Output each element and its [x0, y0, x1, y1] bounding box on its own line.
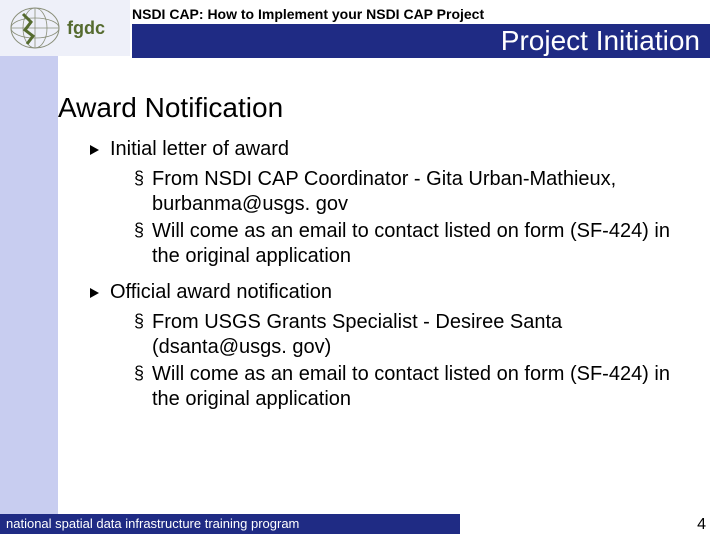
footer-bar: national spatial data infrastructure tra…	[0, 514, 460, 534]
breadcrumb: NSDI CAP: How to Implement your NSDI CAP…	[132, 6, 484, 22]
list-subitem: From NSDI CAP Coordinator - Gita Urban-M…	[134, 167, 690, 217]
svg-text:fgdc: fgdc	[67, 18, 105, 38]
list-subitem: From USGS Grants Specialist - Desiree Sa…	[134, 310, 690, 360]
list-subitem: Will come as an email to contact listed …	[134, 219, 690, 269]
list-item: Initial letter of award	[90, 138, 700, 161]
page-title-bar: Project Initiation	[132, 24, 710, 58]
footer-text: national spatial data infrastructure tra…	[6, 516, 299, 531]
list-subitem: Will come as an email to contact listed …	[134, 362, 690, 412]
slide-content: Award Notification Initial letter of awa…	[62, 92, 700, 414]
globe-icon: fgdc	[5, 4, 125, 52]
page-number: 4	[697, 516, 706, 534]
content-heading: Award Notification	[58, 92, 700, 124]
left-accent-strip	[0, 0, 58, 520]
logo: fgdc	[0, 0, 130, 56]
page-title: Project Initiation	[501, 25, 700, 56]
list-item: Official award notification	[90, 281, 700, 304]
